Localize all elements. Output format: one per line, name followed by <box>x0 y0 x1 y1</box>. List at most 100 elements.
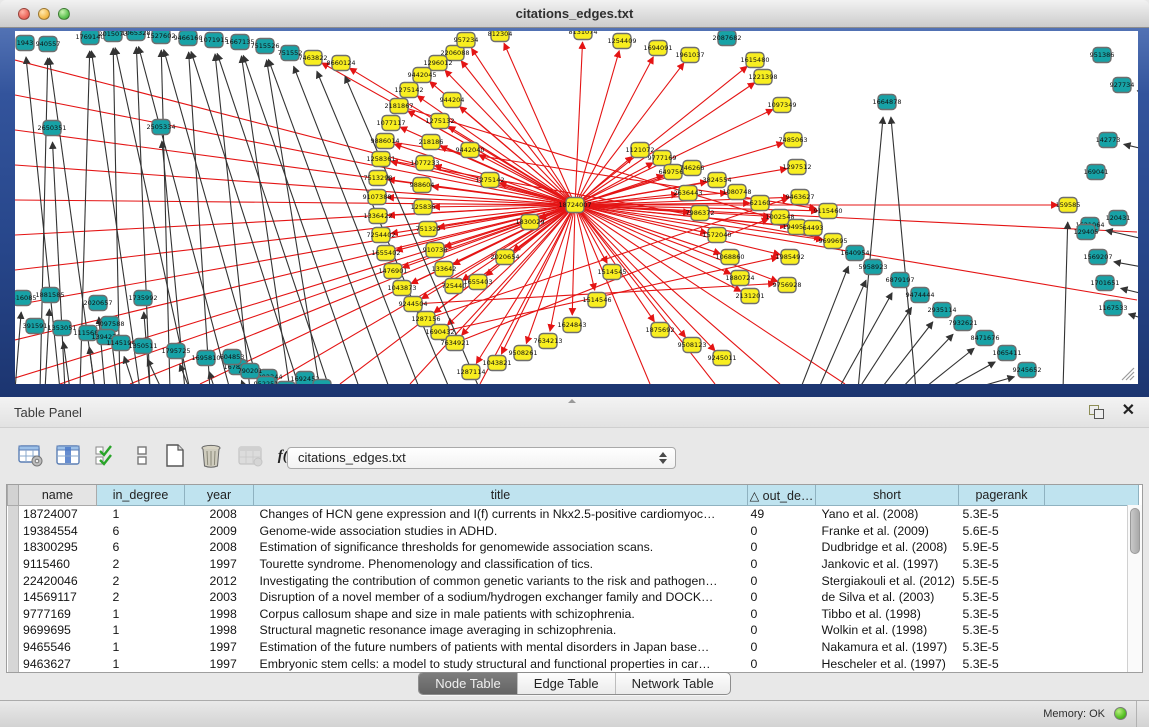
graph-node[interactable]: 951386 <box>1090 48 1115 63</box>
cell-year[interactable]: 2003 <box>185 589 254 606</box>
graph-node[interactable]: 1275142 <box>395 83 424 98</box>
cell-title[interactable]: Corpus callosum shape and size in male p… <box>254 606 748 623</box>
graph-node[interactable]: 1336422 <box>364 209 393 224</box>
cell-short[interactable]: Stergiakouli et al. (2012) <box>816 572 959 589</box>
graph-node[interactable]: 120431 <box>1106 211 1131 226</box>
cell-in_degree[interactable]: 1 <box>97 506 185 523</box>
graph-edge[interactable] <box>968 377 1014 384</box>
cell-year[interactable]: 2009 <box>185 523 254 540</box>
graph-node[interactable]: 790201 <box>238 364 263 379</box>
cell-short[interactable]: Yano et al. (2008) <box>816 506 959 523</box>
delete-table-button[interactable] <box>236 442 266 470</box>
column-header-short[interactable]: short <box>816 485 959 506</box>
graph-node[interactable]: 3824554 <box>703 173 732 188</box>
cell-year[interactable]: 1997 <box>185 655 254 672</box>
graph-edge[interactable] <box>880 322 933 384</box>
graph-node[interactable]: 7515526 <box>251 39 280 54</box>
graph-edge[interactable] <box>818 280 866 384</box>
cell-pagerank[interactable]: 5.3E-5 <box>959 556 1045 573</box>
table-row[interactable]: 969969511998Structural magnetic resonanc… <box>8 622 1139 639</box>
graph-node[interactable]: 159585 <box>1056 198 1081 213</box>
splitpane-divider[interactable] <box>566 399 582 404</box>
graph-node[interactable]: 8131074 <box>569 31 598 40</box>
table-row[interactable]: 977716911998Corpus callosum shape and si… <box>8 606 1139 623</box>
column-header-title[interactable]: title <box>254 485 748 506</box>
graph-edge[interactable] <box>124 357 135 384</box>
graph-node[interactable]: 751329 <box>416 222 441 237</box>
graph-edge[interactable] <box>136 47 150 384</box>
graph-node[interactable]: 218186 <box>419 135 444 150</box>
delete-column-button[interactable] <box>196 442 226 470</box>
cell-in_degree[interactable]: 6 <box>97 539 185 556</box>
cell-year[interactable]: 2008 <box>185 506 254 523</box>
graph-edge[interactable] <box>1124 144 1138 150</box>
column-header-name[interactable]: name <box>19 485 97 506</box>
graph-node[interactable]: 9756928 <box>773 278 802 293</box>
select-columns-button[interactable] <box>54 442 84 470</box>
graph-node[interactable]: 1167533 <box>1099 301 1128 316</box>
graph-edge[interactable] <box>1121 288 1138 295</box>
graph-edge[interactable] <box>800 266 848 384</box>
graph-node[interactable]: 9474444 <box>906 288 935 303</box>
cell-name[interactable]: 14569117 <box>19 589 97 606</box>
graph-node[interactable]: 910738 <box>423 243 448 258</box>
column-header-out_de[interactable]: △ out_de… <box>748 485 816 506</box>
graph-edge[interactable] <box>15 312 21 384</box>
graph-node[interactable]: 133642 <box>432 262 457 277</box>
graph-node[interactable]: 2020657 <box>84 296 113 311</box>
cell-in_degree[interactable]: 1 <box>97 606 185 623</box>
graph-node[interactable]: 1065411 <box>993 346 1022 361</box>
cell-in_degree[interactable]: 2 <box>97 556 185 573</box>
graph-node[interactable]: 9699695 <box>819 234 848 249</box>
cell-name[interactable]: 22420046 <box>19 572 97 589</box>
cell-title[interactable]: Embryonic stem cells: a model to study s… <box>254 655 748 672</box>
graph-node[interactable]: 9244504 <box>399 297 428 312</box>
cell-year[interactable]: 1998 <box>185 606 254 623</box>
column-header-pagerank[interactable]: pagerank <box>959 485 1045 506</box>
cell-out_de[interactable]: 0 <box>748 572 816 589</box>
cell-in_degree[interactable]: 1 <box>97 622 185 639</box>
cell-in_degree[interactable]: 6 <box>97 523 185 540</box>
graph-node[interactable]: 1527602 <box>147 31 176 44</box>
cell-name[interactable]: 19384554 <box>19 523 97 540</box>
graph-node[interactable]: 9508123 <box>678 338 707 353</box>
cell-year[interactable]: 1998 <box>185 622 254 639</box>
cell-year[interactable]: 1997 <box>185 639 254 656</box>
graph-node[interactable]: 1695810 <box>192 351 221 366</box>
graph-node[interactable]: 1353051 <box>48 321 77 336</box>
cell-pagerank[interactable]: 5.3E-5 <box>959 606 1045 623</box>
cell-pagerank[interactable]: 5.3E-5 <box>959 589 1045 606</box>
cell-short[interactable]: de Silva et al. (2003) <box>816 589 959 606</box>
graph-node[interactable]: 1258361 <box>367 152 396 167</box>
graph-node[interactable]: 1071915 <box>200 33 229 48</box>
graph-edge[interactable] <box>1063 222 1068 384</box>
graph-node[interactable]: 7254402 <box>367 228 396 243</box>
graph-node[interactable]: 1287114 <box>457 365 486 380</box>
memory-ok-indicator-icon[interactable] <box>1114 707 1127 720</box>
vertical-scrollbar[interactable] <box>1127 505 1142 672</box>
cell-pagerank[interactable]: 5.5E-5 <box>959 572 1045 589</box>
graph-node[interactable]: 1476901 <box>379 264 408 279</box>
graph-node[interactable]: 2935114 <box>928 303 957 318</box>
graph-node[interactable]: 952251 <box>254 377 279 385</box>
window-resize-grip[interactable] <box>1122 368 1134 380</box>
graph-node[interactable]: 1221398 <box>749 70 778 85</box>
graph-node[interactable]: 1068860 <box>716 250 745 265</box>
cell-name[interactable]: 9463627 <box>19 655 97 672</box>
graph-edge[interactable] <box>858 307 912 384</box>
graph-edge[interactable] <box>40 58 48 384</box>
cell-in_degree[interactable]: 1 <box>97 655 185 672</box>
cell-name[interactable]: 18724007 <box>19 506 97 523</box>
cell-pagerank[interactable]: 5.3E-5 <box>959 506 1045 523</box>
column-header-year[interactable]: year <box>185 485 254 506</box>
graph-node[interactable]: 1077117 <box>377 116 406 131</box>
cell-out_de[interactable]: 0 <box>748 539 816 556</box>
graph-node[interactable]: 5958923 <box>859 260 888 275</box>
graph-edge[interactable] <box>891 117 916 384</box>
selection-mode-button[interactable] <box>92 442 122 470</box>
graph-node[interactable]: 1943 <box>16 36 34 51</box>
cell-name[interactable]: 9777169 <box>19 606 97 623</box>
graph-node[interactable]: 9466160 <box>174 31 203 46</box>
cell-short[interactable]: Franke et al. (2009) <box>816 523 959 540</box>
graph-node[interactable]: 169041 <box>1084 165 1109 180</box>
